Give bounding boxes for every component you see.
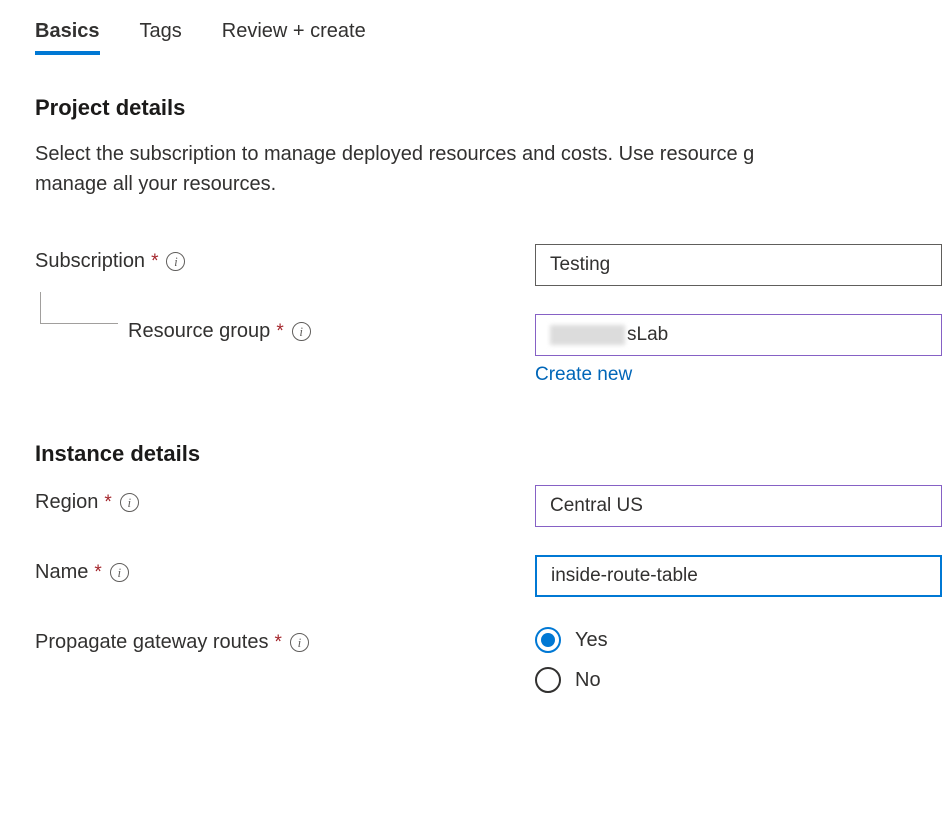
subscription-value: Testing [550,254,610,276]
subscription-label: Subscription [35,250,145,273]
create-new-link[interactable]: Create new [535,364,632,386]
radio-dot [541,633,555,647]
name-row: Name * i [35,555,942,597]
description-line-2: manage all your resources. [35,173,276,195]
required-indicator: * [275,632,282,654]
info-icon[interactable]: i [292,322,311,341]
resource-group-select[interactable]: sLab [535,314,942,356]
required-indicator: * [151,251,158,273]
redacted-text [550,325,625,345]
resource-group-value: sLab [627,324,668,346]
tabs-bar: Basics Tags Review + create [35,20,942,55]
resource-group-label: Resource group [128,320,270,343]
name-label: Name [35,561,88,584]
propagate-yes-label: Yes [575,629,608,652]
required-indicator: * [104,492,111,514]
info-icon[interactable]: i [110,563,129,582]
subscription-row: Subscription * i Testing [35,244,942,286]
tab-tags[interactable]: Tags [140,20,182,55]
required-indicator: * [94,562,101,584]
propagate-row: Propagate gateway routes * i Yes No [35,625,942,693]
radio-circle-checked [535,627,561,653]
description-line-1: Select the subscription to manage deploy… [35,143,754,165]
info-icon[interactable]: i [290,633,309,652]
propagate-yes-option[interactable]: Yes [535,627,942,653]
subscription-select[interactable]: Testing [535,244,942,286]
propagate-no-option[interactable]: No [535,667,942,693]
info-icon[interactable]: i [120,493,139,512]
required-indicator: * [276,321,283,343]
radio-circle-unchecked [535,667,561,693]
instance-details-heading: Instance details [35,441,942,467]
info-icon[interactable]: i [166,252,185,271]
name-input[interactable] [535,555,942,597]
propagate-radio-group: Yes No [535,625,942,693]
region-label: Region [35,491,98,514]
resource-group-row: Resource group * i sLab Create new [35,314,942,386]
tab-review-create[interactable]: Review + create [222,20,366,55]
region-row: Region * i Central US [35,485,942,527]
region-value: Central US [550,495,643,517]
nest-indicator [40,292,118,324]
region-select[interactable]: Central US [535,485,942,527]
project-details-heading: Project details [35,95,942,121]
tab-basics[interactable]: Basics [35,20,100,55]
propagate-label: Propagate gateway routes [35,631,269,654]
project-details-description: Select the subscription to manage deploy… [35,139,942,199]
propagate-no-label: No [575,669,601,692]
